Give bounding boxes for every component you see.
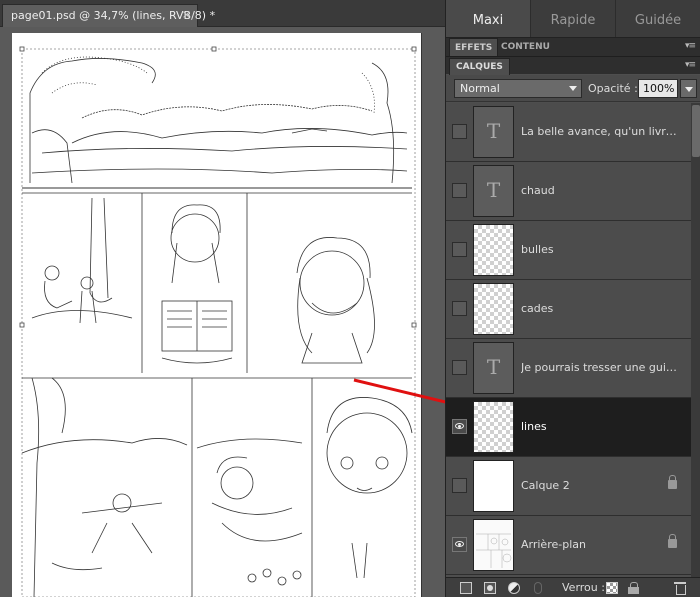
comic-page-sketch: [19, 46, 417, 597]
layer-thumbnail: [473, 401, 514, 453]
layer-row[interactable]: T Je pourrais tresser une guirlan...: [446, 339, 691, 398]
blend-row: Normal Opacité : 100%: [446, 75, 700, 102]
opacity-label: Opacité :: [588, 82, 638, 95]
lock-label: Verrou :: [562, 581, 605, 594]
layers-scrollbar[interactable]: [691, 103, 700, 577]
visibility-toggle[interactable]: [452, 301, 467, 316]
layer-row[interactable]: bulles: [446, 221, 691, 280]
new-layer-icon[interactable]: [460, 582, 472, 594]
text-layer-thumbnail: T: [473, 165, 514, 217]
layer-row-selected[interactable]: lines: [446, 398, 691, 457]
layer-thumbnail: [473, 224, 514, 276]
layer-thumbnail: [473, 283, 514, 335]
tab-contenu[interactable]: CONTENU: [496, 38, 555, 56]
layer-name: Je pourrais tresser une guirlan...: [521, 361, 681, 374]
layer-name: cades: [521, 302, 554, 315]
document-tab[interactable]: page01.psd @ 34,7% (lines, RVB/8) * ×: [2, 4, 215, 27]
panel-menu-icon[interactable]: ▾≡: [685, 41, 696, 51]
layer-row[interactable]: cades: [446, 280, 691, 339]
right-panel: Maxi Rapide Guidée EFFETS CONTENU ▾≡ CAL…: [445, 0, 700, 597]
lock-icon: [668, 475, 677, 489]
tab-calques[interactable]: CALQUES: [449, 58, 510, 75]
visibility-toggle[interactable]: [452, 537, 467, 552]
layer-thumbnail: [473, 519, 514, 571]
visibility-toggle[interactable]: [452, 478, 467, 493]
trash-icon[interactable]: [674, 582, 686, 595]
lock-icon: [668, 534, 677, 548]
visibility-toggle[interactable]: [452, 242, 467, 257]
document-canvas[interactable]: [12, 33, 422, 597]
sketch-thumbnail: [476, 533, 512, 568]
mode-tabs: Maxi Rapide Guidée: [446, 0, 700, 38]
panel-sub-tabs: EFFETS CONTENU ▾≡: [446, 38, 700, 56]
layer-thumbnail: [473, 460, 514, 512]
document-area: page01.psd @ 34,7% (lines, RVB/8) * ×: [0, 0, 474, 597]
layer-name: La belle avance, qu'un livre sa...: [521, 125, 681, 138]
blend-mode-select[interactable]: Normal: [454, 79, 582, 98]
layer-mask-icon[interactable]: [484, 582, 496, 594]
layer-name: lines: [521, 420, 547, 433]
layer-name: Calque 2: [521, 479, 570, 492]
visibility-toggle[interactable]: [452, 124, 467, 139]
tab-rapide[interactable]: Rapide: [531, 0, 616, 37]
text-layer-thumbnail: T: [473, 106, 514, 158]
layer-name: chaud: [521, 184, 555, 197]
chevron-down-icon: [569, 86, 577, 91]
blend-mode-value: Normal: [460, 82, 500, 95]
scrollbar-thumb[interactable]: [692, 105, 700, 157]
layer-name: bulles: [521, 243, 554, 256]
eye-icon: [455, 423, 464, 429]
tab-effets[interactable]: EFFETS: [449, 38, 499, 56]
close-tab-icon[interactable]: ×: [182, 8, 191, 21]
layer-row[interactable]: Arrière-plan: [446, 516, 691, 575]
chevron-down-icon: [685, 87, 693, 92]
adjustment-layer-icon[interactable]: [508, 582, 520, 594]
opacity-field[interactable]: 100%: [638, 79, 678, 98]
canvas-edge: [422, 33, 428, 597]
lock-transparency-icon[interactable]: [606, 582, 618, 594]
layers-panel-menu-icon[interactable]: ▾≡: [685, 60, 696, 70]
visibility-toggle[interactable]: [452, 419, 467, 434]
opacity-dropdown-button[interactable]: [680, 79, 697, 98]
layer-row[interactable]: T La belle avance, qu'un livre sa...: [446, 103, 691, 162]
layer-name: Arrière-plan: [521, 538, 586, 551]
visibility-toggle[interactable]: [452, 183, 467, 198]
layers-list: T La belle avance, qu'un livre sa... T c…: [446, 103, 691, 577]
tab-guidee[interactable]: Guidée: [616, 0, 700, 37]
text-layer-thumbnail: T: [473, 342, 514, 394]
eye-icon: [455, 541, 464, 547]
app-window: page01.psd @ 34,7% (lines, RVB/8) * × Ma…: [0, 0, 700, 597]
layer-row[interactable]: T chaud: [446, 162, 691, 221]
document-tab-bar: page01.psd @ 34,7% (lines, RVB/8) * ×: [0, 0, 445, 27]
layers-section-bar: CALQUES ▾≡: [446, 56, 700, 75]
lock-all-icon[interactable]: [628, 582, 640, 594]
visibility-toggle[interactable]: [452, 360, 467, 375]
layer-row[interactable]: Calque 2: [446, 457, 691, 516]
layers-bottom-bar: Verrou :: [446, 577, 700, 597]
link-icon[interactable]: [534, 582, 542, 594]
tab-maxi[interactable]: Maxi: [446, 0, 531, 37]
